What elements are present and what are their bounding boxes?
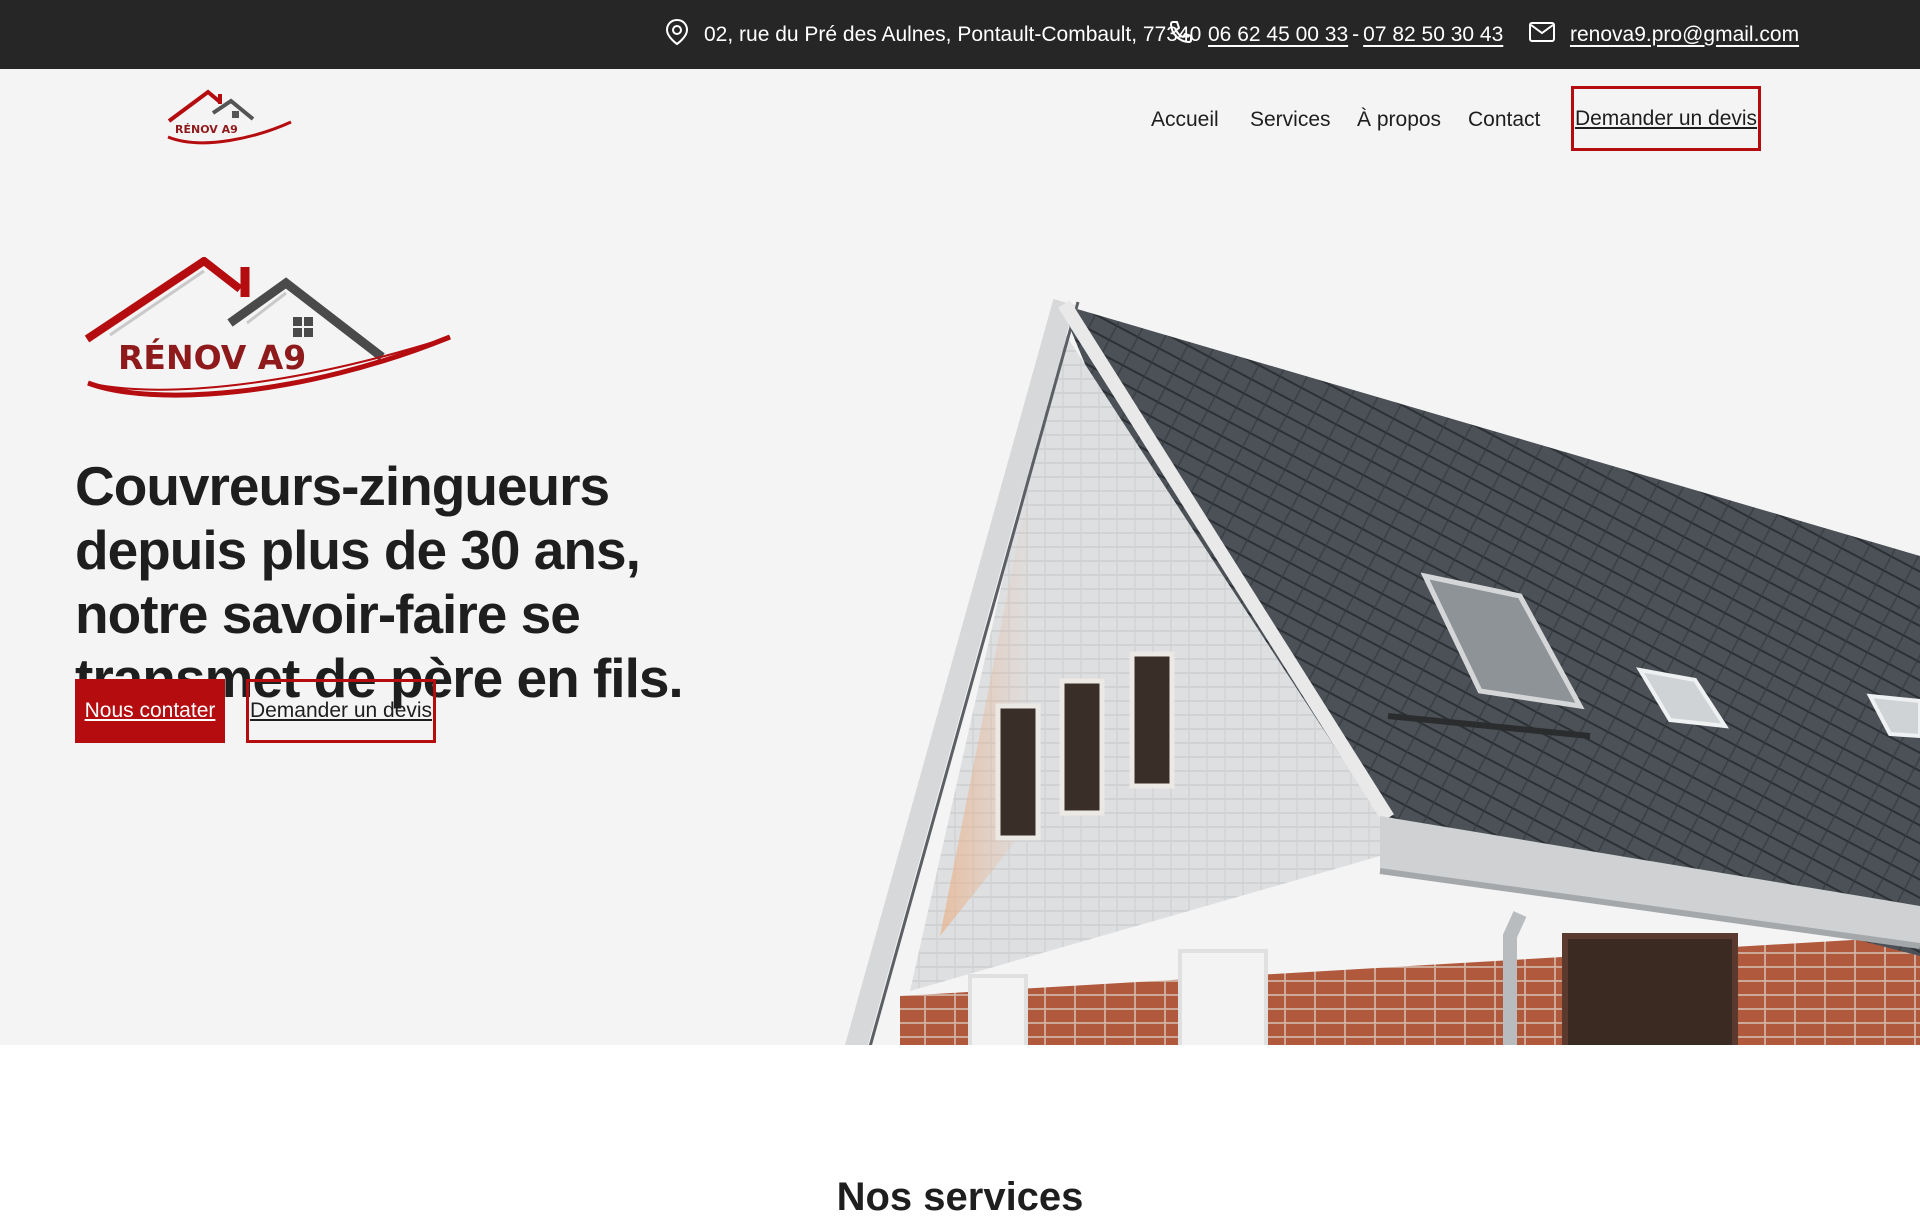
services-section-title: Nos services bbox=[836, 1175, 1084, 1219]
nav-item-a-propos[interactable]: À propos bbox=[1357, 108, 1441, 132]
hero-logo: RÉNOV A9 bbox=[84, 257, 451, 398]
nav-item-accueil[interactable]: Accueil bbox=[1151, 108, 1219, 132]
nav-quote-button[interactable]: Demander un devis bbox=[1571, 86, 1761, 151]
hero-section: RÉNOV A9 Couvreurs-zingueurs depuis plus… bbox=[0, 171, 1920, 1045]
hero-logo-text: RÉNOV A9 bbox=[118, 337, 306, 377]
phone-item: 06 62 45 00 33 - 07 82 50 30 43 bbox=[1168, 0, 1503, 69]
nav-item-services-wrap: Services bbox=[1250, 69, 1331, 171]
email-item: renova9.pro@gmail.com bbox=[1528, 0, 1799, 69]
address-item: 02, rue du Pré des Aulnes, Pontault-Comb… bbox=[664, 0, 1201, 69]
svg-text:RÉNOV A9: RÉNOV A9 bbox=[175, 123, 238, 136]
header-logo[interactable]: RÉNOV A9 bbox=[163, 89, 295, 149]
phone-icon bbox=[1168, 19, 1208, 51]
address-text: 02, rue du Pré des Aulnes, Pontault-Comb… bbox=[704, 22, 1202, 46]
contact-button[interactable]: Nous contater bbox=[75, 679, 225, 743]
nav-item-services[interactable]: Services bbox=[1250, 108, 1331, 132]
house-image bbox=[845, 299, 1920, 1045]
envelope-icon bbox=[1528, 21, 1570, 49]
site-header: RÉNOV A9 Accueil Services À propos Conta… bbox=[0, 69, 1920, 171]
email-link[interactable]: renova9.pro@gmail.com bbox=[1570, 23, 1799, 47]
nav-item-contact-wrap: Contact bbox=[1468, 69, 1540, 171]
nav-item-a-propos-wrap: À propos bbox=[1357, 69, 1441, 171]
phone-link-1[interactable]: 06 62 45 00 33 bbox=[1208, 23, 1348, 47]
header-logo-image: RÉNOV A9 bbox=[167, 89, 292, 145]
hero-title: Couvreurs-zingueurs depuis plus de 30 an… bbox=[75, 455, 684, 709]
top-contact-bar: 02, rue du Pré des Aulnes, Pontault-Comb… bbox=[0, 0, 1920, 69]
phone-link-2[interactable]: 07 82 50 30 43 bbox=[1363, 23, 1503, 47]
nav-item-accueil-wrap: Accueil bbox=[1151, 69, 1219, 171]
nav-item-contact[interactable]: Contact bbox=[1468, 108, 1540, 132]
map-pin-icon bbox=[664, 18, 704, 52]
hero-quote-button[interactable]: Demander un devis bbox=[246, 679, 436, 743]
phone-separator: - bbox=[1352, 22, 1360, 46]
